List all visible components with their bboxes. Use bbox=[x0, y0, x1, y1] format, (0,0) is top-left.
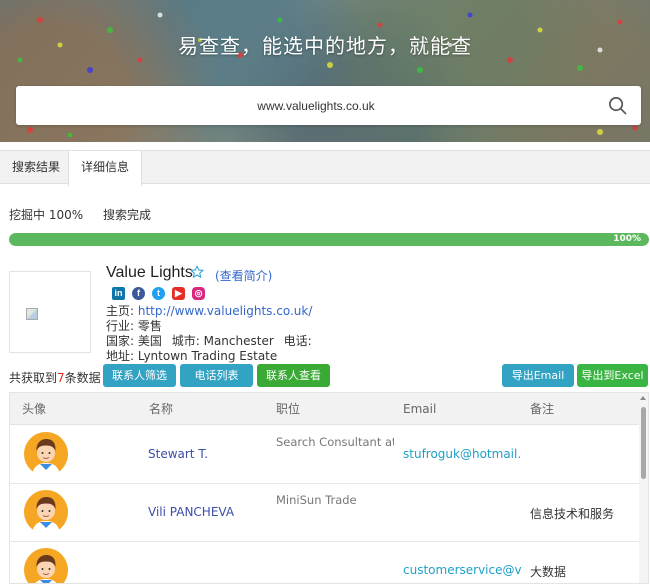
export-excel-button[interactable]: 导出到Excel bbox=[577, 364, 648, 387]
contact-note: 信息技术和服务 bbox=[530, 507, 615, 521]
progress-bar: 100% bbox=[9, 233, 649, 246]
tab-bar: 搜索结果 详细信息 bbox=[0, 150, 650, 186]
header-name: 名称 bbox=[149, 402, 174, 416]
homepage-label: 主页: bbox=[106, 304, 135, 318]
city-value: Manchester bbox=[203, 334, 274, 348]
contact-view-button[interactable]: 联系人查看 bbox=[257, 364, 330, 387]
progress-label: 100% bbox=[613, 234, 641, 244]
company-logo bbox=[9, 271, 91, 353]
header-avatar: 头像 bbox=[22, 402, 47, 416]
city-label: 城市: bbox=[171, 334, 200, 348]
address-label: 地址: bbox=[106, 349, 135, 363]
industry-value: 零售 bbox=[137, 319, 162, 333]
contact-position: Search Consultant at Ic bbox=[276, 435, 394, 449]
phone-label: 电话: bbox=[283, 334, 312, 348]
export-email-button[interactable]: 导出Email bbox=[502, 364, 574, 387]
star-icon[interactable] bbox=[190, 265, 204, 279]
header-note: 备注 bbox=[530, 402, 555, 416]
contact-filter-button[interactable]: 联系人筛选 bbox=[103, 364, 176, 387]
search-status: 搜索完成 bbox=[102, 208, 151, 222]
search-icon[interactable] bbox=[608, 96, 627, 115]
result-count: 共获取到7条数据 bbox=[9, 369, 101, 386]
youtube-icon[interactable]: ▶ bbox=[172, 287, 185, 300]
country-label: 国家: bbox=[106, 334, 135, 348]
twitter-icon[interactable]: t bbox=[152, 287, 165, 300]
avatar-icon bbox=[24, 432, 68, 476]
broken-image-icon bbox=[26, 308, 38, 320]
table-scrollbar[interactable] bbox=[639, 393, 648, 583]
hero-banner: 易查查，能选中的地方，就能查 bbox=[0, 0, 650, 142]
count-value: 7 bbox=[57, 371, 65, 385]
mining-status: 挖掘中 100% bbox=[9, 208, 84, 222]
tab-details[interactable]: 详细信息 bbox=[68, 151, 143, 186]
status-line: 挖掘中 100% 搜索完成 bbox=[9, 206, 167, 223]
table-row[interactable]: Stewart T. Search Consultant at Ic stufr… bbox=[10, 426, 640, 484]
table-header: 头像 名称 职位 Email 备注 bbox=[10, 393, 640, 425]
avatar-icon bbox=[24, 548, 68, 583]
contacts-table: 头像 名称 职位 Email 备注 Stewart T. Search Cons… bbox=[9, 392, 649, 584]
facebook-icon[interactable]: f bbox=[132, 287, 145, 300]
homepage-link[interactable]: http://www.valuelights.co.uk/ bbox=[138, 304, 313, 318]
contact-name[interactable]: Vili PANCHEVA bbox=[148, 505, 234, 519]
count-suffix: 条数据 bbox=[64, 371, 101, 385]
count-prefix: 共获取到 bbox=[9, 371, 58, 385]
search-input[interactable] bbox=[16, 86, 616, 125]
company-name: Value Lights bbox=[106, 264, 193, 281]
header-email: Email bbox=[403, 402, 437, 416]
search-box[interactable] bbox=[16, 86, 641, 125]
scroll-up-icon[interactable] bbox=[640, 396, 646, 400]
phone-list-button[interactable]: 电话列表 bbox=[180, 364, 253, 387]
address-line: 地址: Lyntown Trading Estate bbox=[106, 347, 277, 364]
contact-email[interactable]: stufroguk@hotmail.com bbox=[403, 447, 521, 461]
linkedin-icon[interactable]: in bbox=[112, 287, 125, 300]
avatar-icon bbox=[24, 490, 68, 534]
table-row[interactable]: customerservice@valuelights.co.uk 大数据 bbox=[10, 542, 640, 583]
progress-fill: 100% bbox=[9, 233, 649, 246]
address-value: Lyntown Trading Estate bbox=[137, 349, 278, 363]
instagram-icon[interactable]: ◎ bbox=[192, 287, 205, 300]
header-position: 职位 bbox=[276, 402, 301, 416]
view-intro-link[interactable]: (查看简介) bbox=[215, 267, 272, 284]
contact-name[interactable]: Stewart T. bbox=[148, 447, 208, 461]
contact-email[interactable]: customerservice@valuelights.co.uk bbox=[403, 563, 521, 577]
country-value: 美国 bbox=[137, 334, 162, 348]
scroll-thumb[interactable] bbox=[641, 407, 646, 479]
table-row[interactable]: Vili PANCHEVA MiniSun Trade 信息技术和服务 bbox=[10, 484, 640, 542]
tab-search-results[interactable]: 搜索结果 bbox=[0, 151, 72, 185]
contact-position: MiniSun Trade bbox=[276, 493, 357, 507]
industry-label: 行业: bbox=[106, 319, 135, 333]
hero-title: 易查查，能选中的地方，就能查 bbox=[178, 34, 472, 58]
contact-note: 大数据 bbox=[530, 565, 567, 579]
